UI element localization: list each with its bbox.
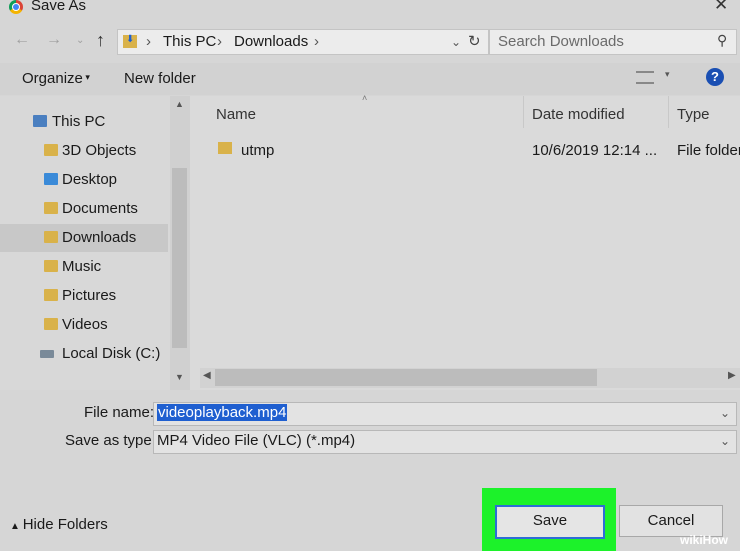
scroll-right-icon[interactable]: ▶ — [728, 370, 736, 381]
sidebar-item-label: Videos — [62, 316, 108, 333]
organize-menu-button[interactable]: Organize ▾ — [22, 70, 90, 87]
window-title: Save As — [31, 0, 87, 14]
sidebar-item-music[interactable]: Music — [0, 253, 168, 281]
disk-icon — [40, 350, 54, 358]
sidebar-item-label: 3D Objects — [62, 142, 137, 159]
save-as-type-chevron-icon[interactable]: ⌄ — [720, 434, 730, 448]
back-button[interactable]: ← — [14, 31, 30, 49]
pc-icon — [33, 115, 47, 127]
navigation-pane: This PC 3D Objects Desktop Documents Dow… — [0, 96, 190, 390]
sidebar-item-documents[interactable]: Documents — [0, 195, 168, 223]
address-bar[interactable]: ⬇ › This PC › Downloads › ⌄ ↻ — [117, 29, 489, 55]
close-icon[interactable]: ✕ — [714, 0, 728, 15]
scroll-up-icon[interactable]: ▲ — [175, 99, 184, 109]
column-divider[interactable] — [668, 96, 669, 128]
sidebar-item-label: Desktop — [62, 171, 118, 188]
downloads-icon — [44, 231, 58, 243]
search-box[interactable]: Search Downloads ⚲ — [489, 29, 737, 55]
view-options-icon[interactable] — [636, 71, 654, 84]
sidebar-scrollbar-thumb[interactable] — [172, 168, 187, 348]
title-bar — [0, 0, 740, 22]
file-type-cell: File folder — [677, 142, 740, 159]
search-icon: ⚲ — [717, 32, 728, 48]
desktop-icon — [44, 173, 58, 185]
view-dropdown-icon[interactable]: ▾ — [665, 69, 670, 80]
save-as-type-select[interactable]: MP4 Video File (VLC) (*.mp4) ⌄ — [153, 430, 737, 454]
sidebar-item-3d-objects[interactable]: 3D Objects — [0, 137, 168, 165]
file-name-field[interactable]: videoplayback.mp4 ⌄ — [153, 402, 737, 426]
sidebar-item-label: Music — [62, 258, 102, 275]
pictures-icon — [44, 289, 58, 301]
sidebar-item-pictures[interactable]: Pictures — [0, 282, 168, 310]
documents-icon — [44, 202, 58, 214]
down-arrow-icon: ⬇ — [126, 34, 135, 45]
sidebar-item-videos[interactable]: Videos — [0, 311, 168, 339]
new-folder-button[interactable]: New folder — [124, 70, 196, 87]
refresh-icon[interactable]: ↻ — [468, 32, 481, 50]
save-as-type-label: Save as type: — [65, 432, 156, 449]
column-header-type[interactable]: Type — [677, 106, 710, 123]
sidebar-item-label: Documents — [62, 200, 138, 217]
sidebar-item-label: This PC — [52, 113, 106, 130]
breadcrumb-downloads[interactable]: Downloads — [234, 33, 308, 50]
column-divider[interactable] — [523, 96, 524, 128]
column-header-name[interactable]: Name — [216, 106, 256, 123]
chrome-icon — [9, 0, 23, 14]
sort-indicator-icon: ˄ — [362, 93, 368, 103]
organize-label: Organize — [22, 70, 83, 87]
hide-folders-button[interactable]: ▲ Hide Folders — [10, 516, 108, 533]
file-name-cell[interactable]: utmp — [241, 142, 274, 159]
recent-locations-chevron-icon[interactable]: ⌄ — [76, 35, 84, 46]
search-input[interactable]: Search Downloads — [498, 33, 624, 50]
file-date-cell: 10/6/2019 12:14 ... — [532, 142, 658, 159]
scroll-down-icon[interactable]: ▼ — [175, 372, 184, 382]
help-icon[interactable]: ? — [706, 68, 724, 86]
folder-icon — [218, 142, 232, 154]
file-name-label: File name: — [84, 404, 155, 421]
sidebar-item-label: Pictures — [62, 287, 117, 304]
save-button[interactable]: Save — [495, 505, 605, 539]
address-dropdown-chevron-icon[interactable]: ⌄ — [451, 35, 461, 49]
column-header-date-modified[interactable]: Date modified — [532, 106, 625, 123]
save-as-type-value[interactable]: MP4 Video File (VLC) (*.mp4) — [157, 432, 355, 449]
sidebar-item-this-pc[interactable]: This PC — [0, 108, 168, 136]
sidebar-item-desktop[interactable]: Desktop — [0, 166, 168, 194]
file-name-selected-text[interactable]: videoplayback.mp4 — [157, 404, 288, 421]
3d-objects-icon — [44, 144, 58, 156]
breadcrumb-separator-icon[interactable]: › — [217, 33, 222, 50]
forward-button[interactable]: → — [46, 31, 62, 49]
scroll-left-icon[interactable]: ◀ — [203, 370, 211, 381]
breadcrumb-separator-icon[interactable]: › — [146, 33, 151, 50]
sidebar-item-downloads[interactable]: Downloads — [0, 224, 168, 252]
file-name-dropdown-chevron-icon[interactable]: ⌄ — [720, 406, 730, 420]
up-button[interactable]: ↑ — [96, 30, 105, 51]
hide-folders-label: Hide Folders — [22, 516, 108, 533]
videos-icon — [44, 318, 58, 330]
breadcrumb-separator-icon[interactable]: › — [314, 33, 319, 50]
file-name-input[interactable]: videoplayback.mp4 — [157, 404, 288, 421]
sidebar-item-label: Downloads — [62, 229, 137, 246]
horizontal-scrollbar-thumb[interactable] — [215, 369, 597, 386]
sidebar-item-local-disk[interactable]: Local Disk (C:) — [0, 340, 168, 368]
command-bar: Organize ▾ New folder ▾ ? — [0, 63, 740, 95]
breadcrumb-this-pc[interactable]: This PC — [163, 33, 216, 50]
file-list: ˄ Name Date modified Type utmp 10/6/2019… — [190, 93, 740, 390]
wikihow-watermark: wikiHow — [680, 533, 729, 547]
sidebar-item-label: Local Disk (C:) — [62, 345, 161, 362]
chevron-up-icon: ▲ — [10, 521, 23, 532]
music-icon — [44, 260, 58, 272]
organize-dropdown-icon: ▾ — [82, 72, 90, 82]
